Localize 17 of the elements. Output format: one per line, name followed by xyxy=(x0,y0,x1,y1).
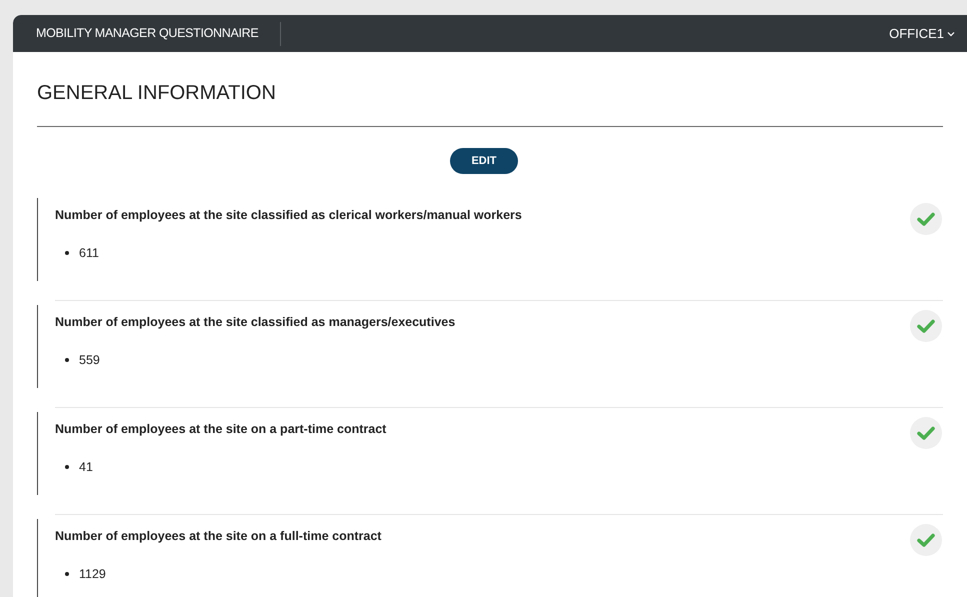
question-text: Number of employees at the site classified as managers/executives xyxy=(55,314,456,331)
answer-text: 611 xyxy=(79,244,99,262)
bullet-icon xyxy=(65,465,69,470)
bullet-icon xyxy=(65,251,69,256)
edit-button[interactable]: EDIT xyxy=(450,148,518,174)
app-title: MOBILITY MANAGER QUESTIONNAIRE xyxy=(36,25,258,42)
answer-text: 559 xyxy=(79,352,100,369)
chevron-down-icon xyxy=(947,30,955,36)
bullet-icon xyxy=(65,572,69,576)
answer-text: 1129 xyxy=(79,566,106,583)
answer-text: 41 xyxy=(79,458,93,476)
bullet-icon xyxy=(65,358,69,362)
question-text: Number of employees at the site on a full-time contract xyxy=(55,528,382,545)
question-text: Number of employees at the site classified as clerical workers/manual workers xyxy=(55,207,522,224)
office-dropdown[interactable]: OFFICE1 xyxy=(889,24,955,44)
section-title: GENERAL INFORMATION xyxy=(37,81,277,106)
question-text: Number of employees at the site on a part-time contract xyxy=(55,421,386,438)
